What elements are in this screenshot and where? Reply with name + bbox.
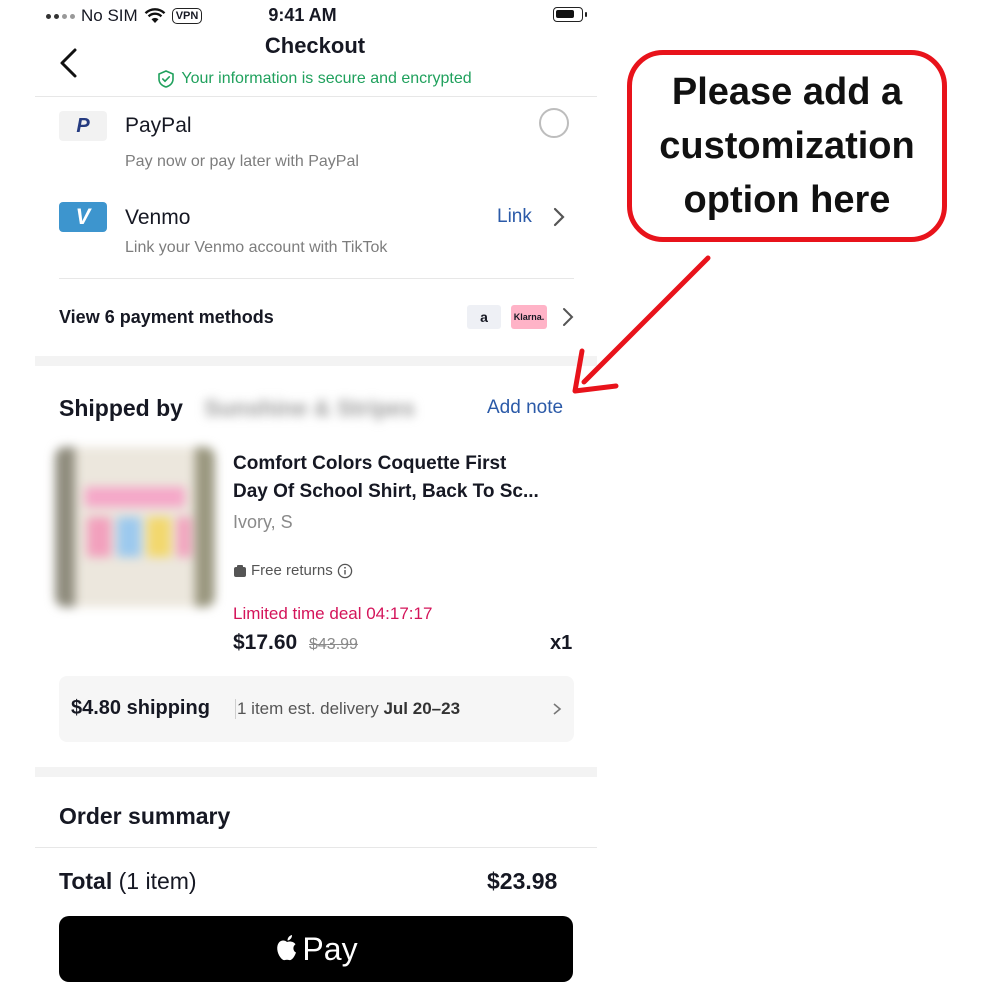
product-variant: Ivory, S: [233, 512, 293, 532]
deal-timer: Limited time deal 04:17:17: [233, 604, 433, 623]
total-count: (1 item): [118, 868, 197, 894]
paypal-radio[interactable]: [539, 108, 569, 138]
checkout-screen: No SIM VPN 9:41 AM Checkout Your informa…: [0, 0, 605, 1000]
product-title[interactable]: Comfort Colors Coquette First Day Of Sch…: [233, 450, 578, 506]
battery-icon: [553, 7, 583, 22]
delivery-prefix: 1 item est. delivery: [237, 699, 379, 718]
total-label-text: Total: [59, 868, 113, 894]
original-price: $43.99: [309, 636, 358, 653]
shipped-by-label: Shipped by: [59, 395, 183, 421]
annotation-callout: Please add a customization option here: [627, 50, 947, 242]
free-returns[interactable]: Free returns: [233, 562, 353, 579]
payment-option-paypal[interactable]: P PayPal Pay now or pay later with PayPa…: [59, 108, 574, 181]
payment-divider: [59, 278, 574, 279]
apple-logo-icon: [277, 935, 297, 961]
affirm-badge-icon: a: [467, 305, 501, 329]
chevron-right-icon: [553, 207, 565, 227]
secure-notice: Your information is secure and encrypted: [0, 70, 605, 88]
view-payment-methods-label: View 6 payment methods: [59, 307, 274, 327]
apple-pay-button[interactable]: Pay: [59, 916, 573, 982]
status-time: 9:41 AM: [268, 5, 337, 25]
shipping-option[interactable]: $4.80 shipping 1 item est. delivery Jul …: [59, 676, 574, 742]
product-price: $17.60: [233, 631, 298, 654]
secure-text: Your information is secure and encrypted: [181, 70, 472, 87]
add-note-button[interactable]: Add note: [487, 397, 563, 419]
venmo-logo-icon: V: [59, 202, 107, 232]
total-label: Total (1 item): [59, 868, 197, 895]
apple-pay-label: Pay: [302, 930, 358, 967]
venmo-name: Venmo: [125, 206, 191, 229]
product-image[interactable]: [55, 447, 215, 607]
venmo-link-button[interactable]: Link: [497, 206, 532, 228]
header-divider: [35, 96, 597, 97]
total-value: $23.98: [487, 868, 558, 894]
chevron-right-icon: [553, 703, 562, 715]
seller-name: Sunshine & Stripes: [204, 395, 415, 421]
return-box-icon: [234, 564, 246, 577]
info-icon[interactable]: [337, 563, 353, 579]
section-separator: [35, 767, 597, 777]
shipping-delivery: 1 item est. delivery Jul 20–23: [237, 699, 460, 719]
view-payment-methods-row[interactable]: View 6 payment methods a Klarna.: [59, 300, 574, 334]
annotation-text: Please add a customization option here: [659, 71, 915, 221]
annotation-arrow-icon: [572, 255, 711, 394]
payment-option-venmo[interactable]: V Venmo Link your Venmo account with Tik…: [59, 202, 574, 268]
order-summary-title: Order summary: [59, 803, 231, 829]
section-separator: [35, 356, 597, 366]
summary-divider: [35, 847, 597, 848]
shield-check-icon: [158, 70, 175, 88]
product-quantity: x1: [550, 632, 573, 654]
paypal-subtitle: Pay now or pay later with PayPal: [125, 153, 359, 170]
product-title-line2: Day Of School Shirt, Back To Sc...: [233, 481, 539, 502]
delivery-dates: Jul 20–23: [383, 699, 461, 718]
paypal-name: PayPal: [125, 114, 192, 137]
free-returns-label: Free returns: [251, 562, 333, 579]
shipping-divider: [235, 699, 236, 719]
battery-nub: [585, 12, 587, 17]
paypal-logo-icon: P: [59, 111, 107, 141]
page-title: Checkout: [264, 33, 366, 58]
klarna-badge-icon: Klarna.: [511, 305, 547, 329]
product-title-line1: Comfort Colors Coquette First: [233, 453, 507, 474]
venmo-subtitle: Link your Venmo account with TikTok: [125, 239, 388, 256]
shipping-price: $4.80 shipping: [71, 697, 210, 719]
